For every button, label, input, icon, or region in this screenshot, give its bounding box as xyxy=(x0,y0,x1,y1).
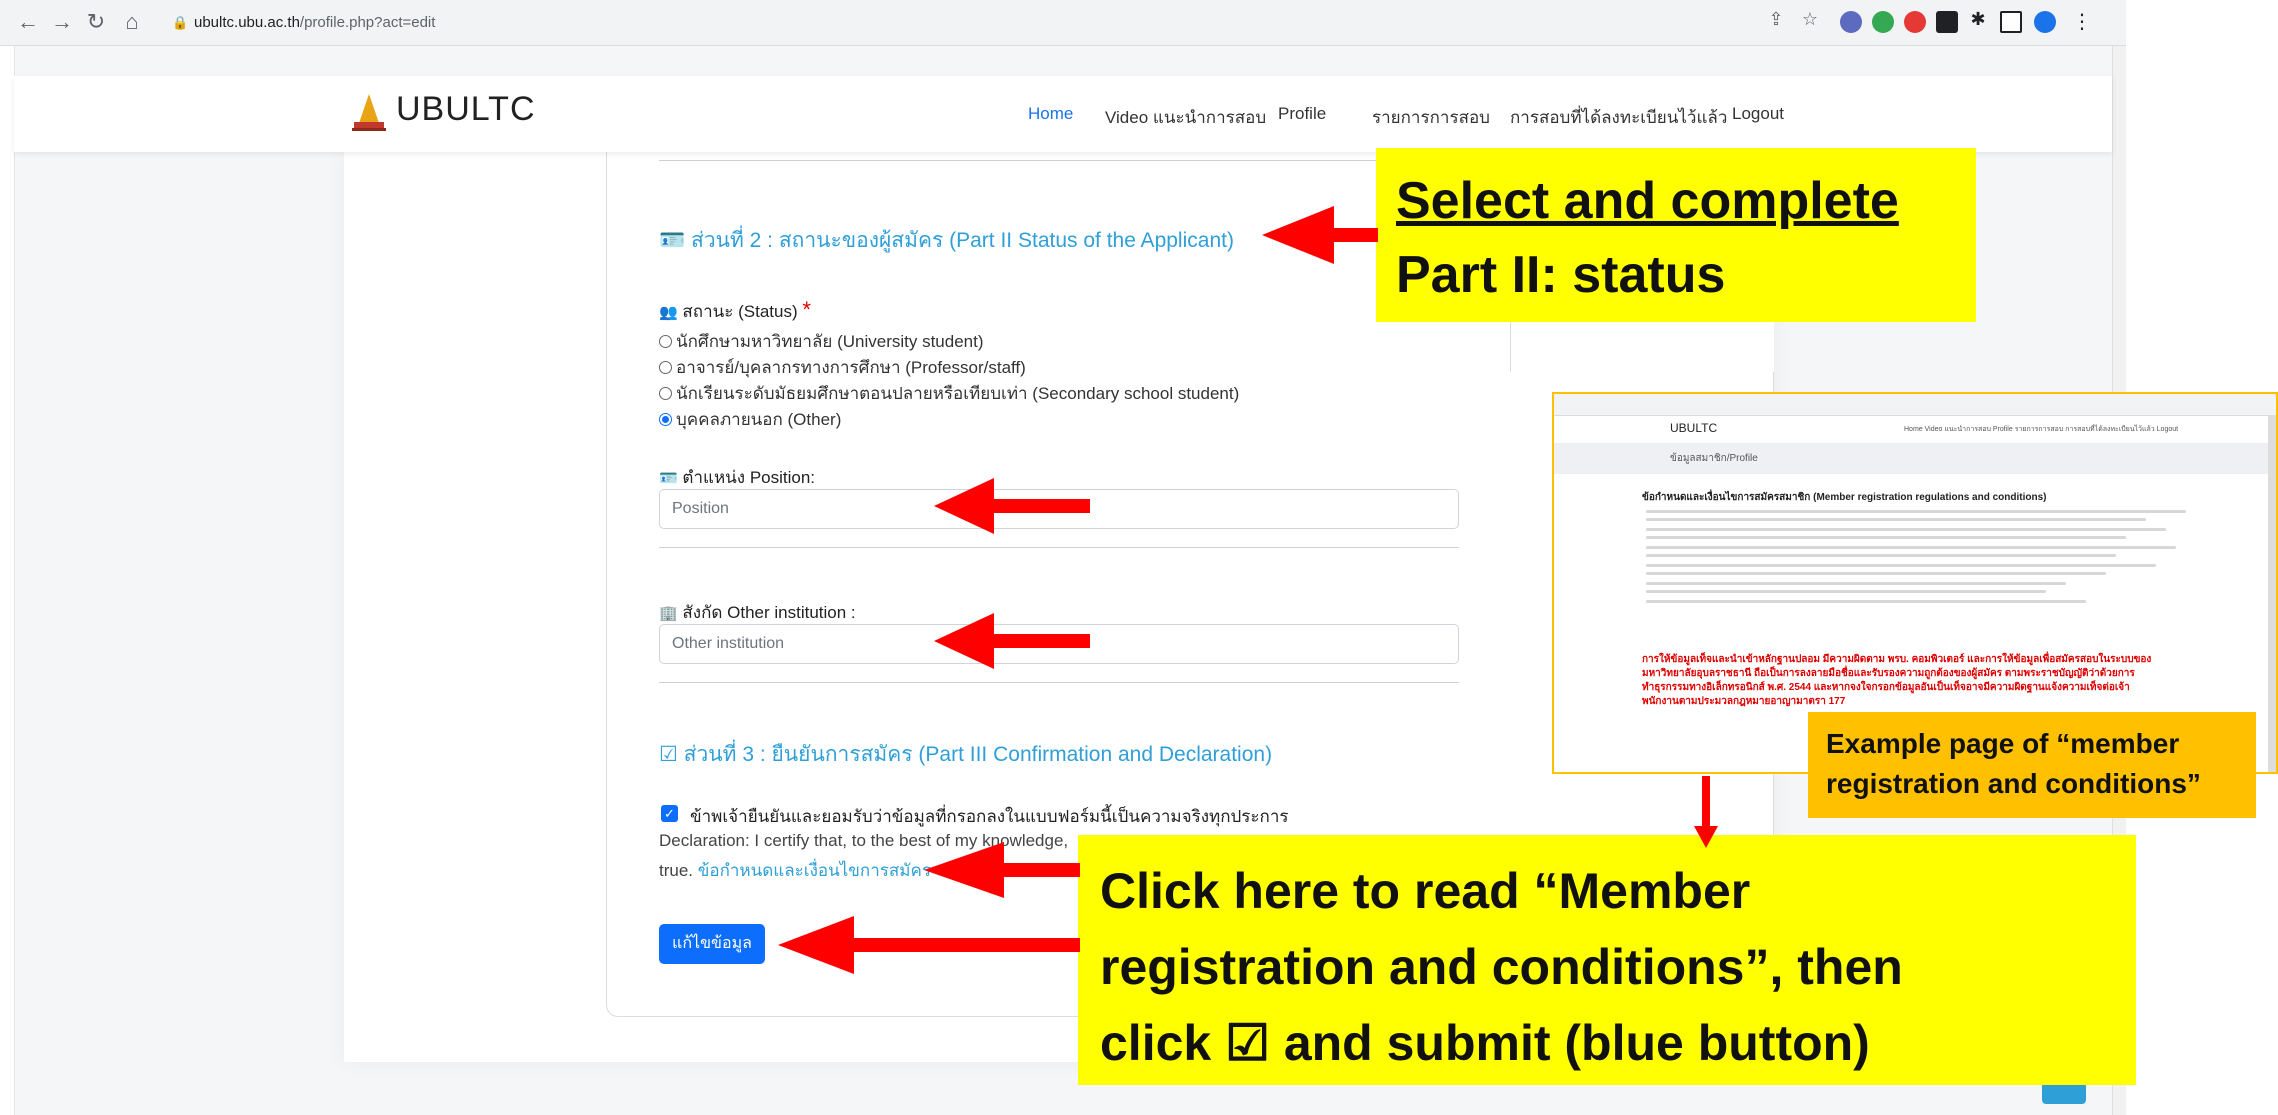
arrow-to-institution xyxy=(934,613,1090,669)
arrow-down-to-callout xyxy=(1694,776,1718,848)
arrow-to-position xyxy=(934,478,1090,534)
arrow-to-submit xyxy=(778,916,1080,974)
arrow-to-terms-link xyxy=(924,842,1080,898)
annotation-arrows xyxy=(778,206,1718,974)
arrow-to-part2 xyxy=(1262,206,1378,264)
